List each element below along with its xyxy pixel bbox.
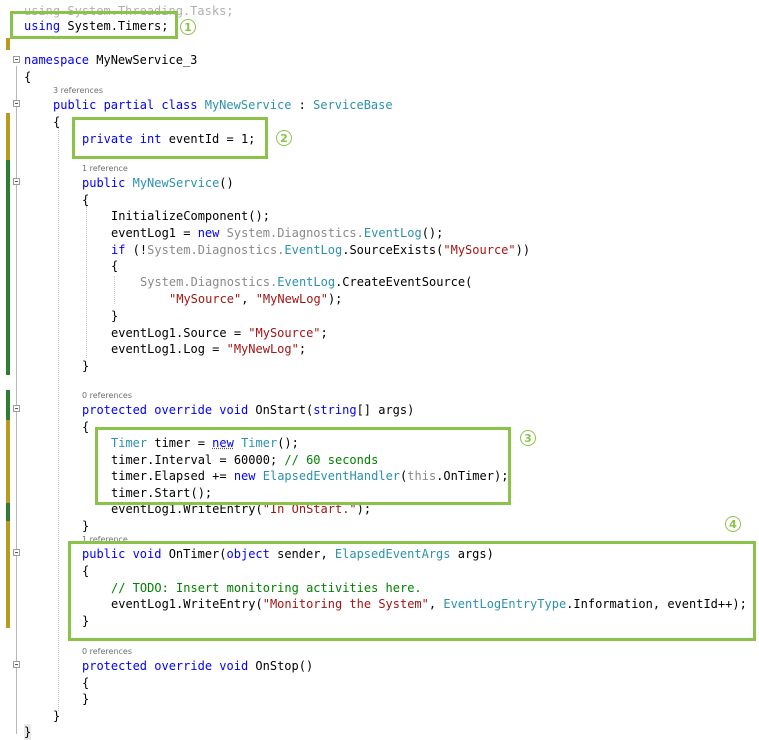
collapse-onstop-toggle[interactable]	[13, 661, 20, 668]
change-bar	[6, 390, 10, 420]
code-line-if[interactable]: if (!System.Diagnostics.EventLog.SourceE…	[111, 242, 530, 258]
indent-guide	[86, 206, 87, 358]
code-line-log-assign[interactable]: eventLog1.Log = "MyNewLog";	[111, 341, 306, 357]
callout-badge: 4	[725, 516, 741, 532]
change-bar	[6, 503, 10, 521]
highlight-box-ontimer	[68, 541, 756, 641]
collapse-class-toggle[interactable]	[13, 100, 20, 107]
code-line-brace[interactable]: {	[24, 69, 31, 85]
callout-badge: 3	[520, 430, 536, 446]
codelens-references[interactable]: 0 references	[82, 391, 132, 401]
codelens-references[interactable]: 1 reference	[82, 164, 128, 174]
change-bar	[6, 160, 10, 375]
highlight-box-using	[10, 11, 178, 39]
code-line-brace[interactable]: }	[82, 358, 89, 374]
change-bar	[6, 521, 10, 628]
code-line-namespace[interactable]: namespace MyNewService_3	[24, 52, 197, 68]
collapse-ontimer-toggle[interactable]	[13, 549, 20, 556]
code-line-create-source-args[interactable]: "MySource", "MyNewLog");	[169, 291, 342, 307]
code-line-init[interactable]: InitializeComponent();	[111, 208, 270, 224]
code-line-brace[interactable]: {	[53, 114, 60, 130]
code-line-ctor[interactable]: public MyNewService()	[82, 175, 234, 191]
change-bar	[6, 113, 10, 160]
code-line-brace[interactable]: {	[82, 192, 89, 208]
change-bar	[6, 420, 10, 505]
change-bar	[6, 38, 10, 50]
code-line-onstart[interactable]: protected override void OnStart(string[]…	[82, 402, 414, 418]
collapse-onstart-toggle[interactable]	[13, 405, 20, 412]
callout-badge: 2	[276, 130, 292, 146]
code-line-brace[interactable]: {	[82, 675, 89, 691]
code-line-brace[interactable]: {	[111, 258, 118, 274]
code-line-class[interactable]: public partial class MyNewService : Serv…	[53, 97, 393, 113]
indent-guide	[58, 126, 59, 711]
codelens-references[interactable]: 0 references	[82, 647, 132, 657]
collapse-namespace-toggle[interactable]	[13, 56, 20, 63]
code-line-brace[interactable]: }	[24, 724, 32, 740]
code-line-create-source[interactable]: System.Diagnostics.EventLog.CreateEventS…	[140, 274, 472, 290]
outline-guide	[16, 66, 17, 734]
highlight-box-field	[72, 117, 268, 159]
callout-badge: 1	[180, 19, 196, 35]
highlight-box-timer	[95, 427, 511, 505]
code-line-brace[interactable]: }	[53, 708, 60, 724]
code-line-onstop[interactable]: protected override void OnStop()	[82, 658, 313, 674]
code-line-brace[interactable]: {	[82, 419, 89, 435]
code-line-eventlog-new[interactable]: eventLog1 = new System.Diagnostics.Event…	[111, 225, 443, 241]
code-line-brace[interactable]: }	[111, 308, 118, 324]
code-line-brace[interactable]: }	[82, 691, 89, 707]
codelens-references[interactable]: 3 references	[53, 86, 103, 96]
code-line-source-assign[interactable]: eventLog1.Source = "MySource";	[111, 325, 328, 341]
collapse-ctor-toggle[interactable]	[13, 178, 20, 185]
indent-guide	[114, 276, 115, 304]
code-line-brace[interactable]: }	[82, 518, 89, 534]
